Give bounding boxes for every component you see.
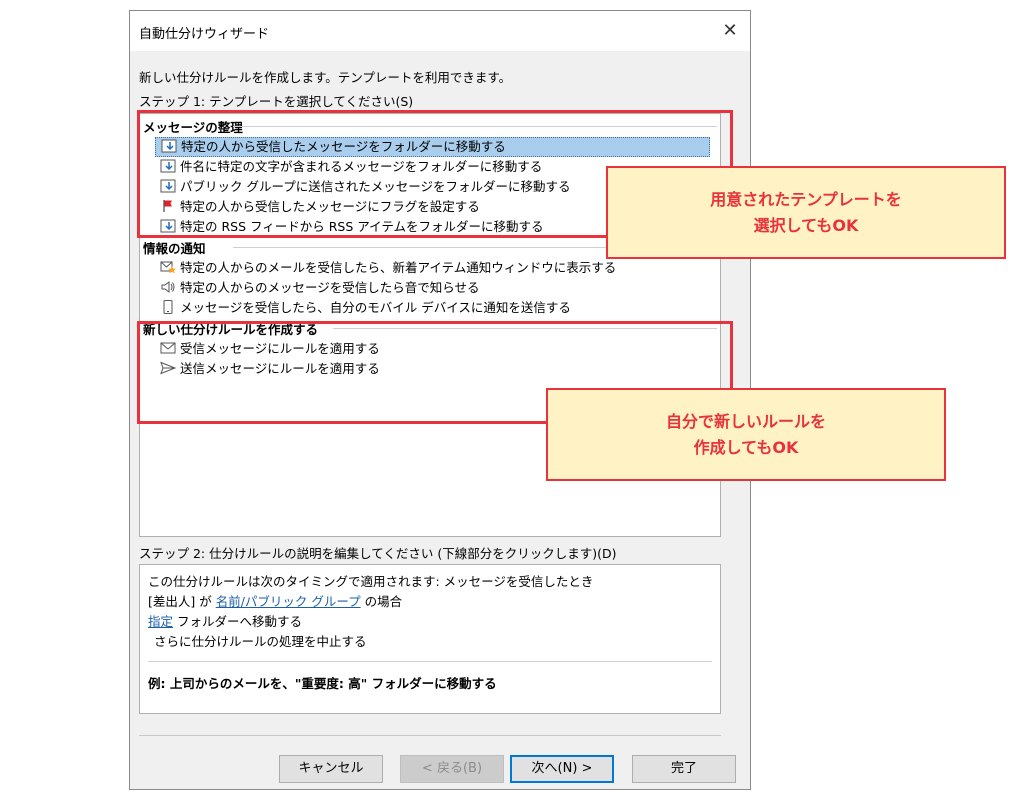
template-item-play-sound[interactable]: 特定の人からのメッセージを受信したら音で知らせる	[160, 278, 480, 298]
description-divider	[148, 661, 712, 662]
mobile-device-icon	[163, 300, 173, 314]
rule-description-box: この仕分けルールは次のタイミングで適用されます: メッセージを受信したとき [差…	[139, 564, 721, 714]
new-item-alert-icon	[160, 261, 176, 274]
template-callout: 用意されたテンプレートを 選択してもOK	[606, 166, 1006, 259]
title-bar: 自動仕分けウィザード ✕	[130, 11, 750, 51]
button-divider	[139, 735, 721, 736]
description-line2: [差出人] が 名前/パブリック グループ の場合	[148, 594, 403, 609]
description-line4: さらに仕分けルールの処理を中止する	[154, 634, 367, 649]
description-line3: 指定 フォルダーへ移動する	[148, 614, 302, 629]
template-item-new-item-alert[interactable]: 特定の人からのメールを受信したら、新着アイテム通知ウィンドウに表示する	[160, 258, 616, 278]
sender-group-link[interactable]: 名前/パブリック グループ	[216, 594, 361, 609]
description-example: 例: 上司からのメールを、"重要度: 高" フォルダーに移動する	[148, 676, 497, 691]
dialog-title: 自動仕分けウィザード	[139, 27, 270, 42]
new-rule-callout: 自分で新しいルールを 作成してもOK	[546, 388, 946, 481]
description-line1: この仕分けルールは次のタイミングで適用されます: メッセージを受信したとき	[148, 574, 594, 589]
intro-text: 新しい仕分けルールを作成します。テンプレートを利用できます。	[139, 70, 512, 85]
finish-button[interactable]: 完了	[632, 755, 736, 783]
folder-specify-link[interactable]: 指定	[148, 614, 173, 629]
speaker-icon	[161, 281, 175, 293]
template-item-mobile-notify[interactable]: メッセージを受信したら、自分のモバイル デバイスに通知を送信する	[160, 298, 571, 318]
cancel-button[interactable]: キャンセル	[279, 755, 383, 783]
back-button: < 戻る(B)	[400, 755, 504, 783]
close-icon[interactable]: ✕	[716, 17, 744, 45]
step2-label: ステップ 2: 仕分けルールの説明を編集してください (下線部分をクリックします…	[139, 546, 617, 561]
step1-label: ステップ 1: テンプレートを選択してください(S)	[139, 94, 414, 109]
next-button[interactable]: 次へ(N) >	[510, 755, 614, 783]
